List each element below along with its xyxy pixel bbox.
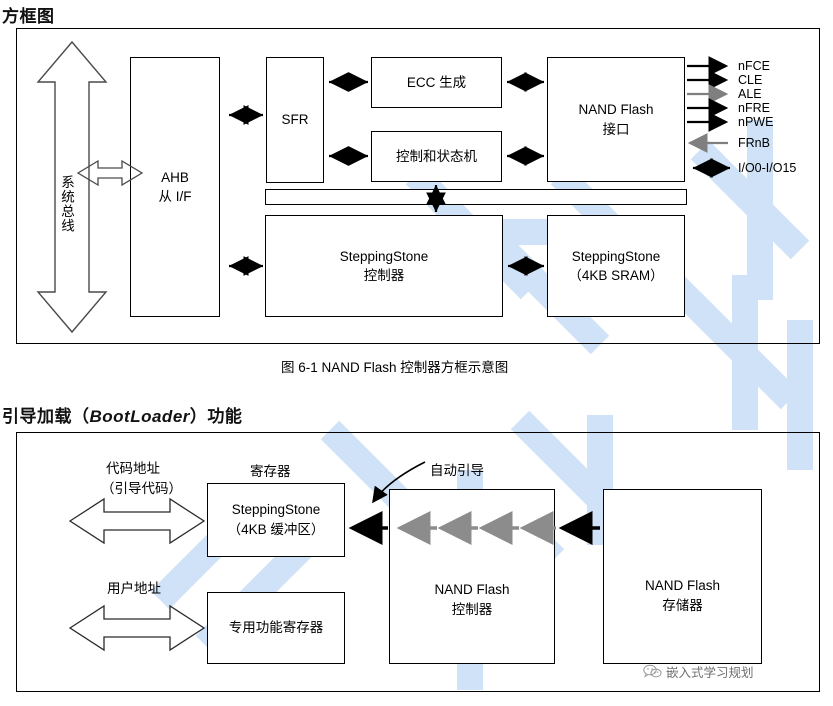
block-ahb-line1: AHB — [161, 169, 189, 185]
wechat-watermark-text: 嵌入式学习规划 — [666, 666, 754, 680]
block-control-fsm: 控制和状态机 — [371, 131, 502, 182]
signal-label-FRnB: FRnB — [738, 136, 770, 150]
signal-label-CLE: CLE — [738, 73, 763, 87]
user-address-label: 用户地址 — [107, 581, 161, 596]
block-ss-sram-line2: （4KB SRAM） — [568, 268, 664, 283]
block-ss-sram-line1: SteppingStone — [571, 248, 661, 264]
signal-label-ALE: ALE — [738, 87, 762, 101]
block-nandctrl-line2: 控制器 — [451, 601, 493, 617]
block-ss-buffer-line1: SteppingStone — [231, 501, 321, 517]
block-nand-interface-line2: 接口 — [602, 121, 630, 137]
block-ecc: ECC 生成 — [371, 57, 502, 108]
block-nandmem-line2: 存储器 — [662, 597, 703, 613]
block-nand-interface-line1: NAND Flash — [578, 102, 654, 118]
signal-label-nFRE: nFRE — [738, 101, 770, 115]
system-bus-label: 系统总线 — [59, 175, 74, 233]
register-label: 寄存器 — [250, 464, 291, 479]
signal-label-nPWE: nPWE — [738, 115, 774, 129]
internal-bus-bar — [265, 189, 687, 205]
block-ss-buffer-line2: （4KB 缓冲区） — [227, 522, 325, 537]
bootloader-heading-pre: 引导加载（ — [2, 407, 90, 426]
block-ss-ctrl-line2: 控制器 — [363, 268, 405, 283]
bootloader-heading-emphasis: BootLoader — [89, 407, 190, 426]
figure1-caption: 图 6-1 NAND Flash 控制器方框示意图 — [281, 360, 509, 375]
bootloader-heading: 引导加载（BootLoader）功能 — [2, 402, 242, 427]
block-sfr2-line1: 专用功能寄存器 — [228, 620, 324, 636]
block-ahb: AHB 从 I/F — [130, 57, 220, 317]
code-address-label-line2: （引导代码） — [101, 481, 182, 496]
block-nand-flash-controller: NAND Flash 控制器 — [389, 489, 555, 664]
block-steppingstone-buffer: SteppingStone （4KB 缓冲区） — [207, 483, 345, 557]
code-address-label-line1: 代码地址 — [106, 461, 160, 476]
block-control-fsm-line1: 控制和状态机 — [396, 148, 477, 164]
block-steppingstone-controller: SteppingStone 控制器 — [265, 215, 503, 317]
signal-label-nFCE: nFCE — [738, 59, 770, 73]
block-sfr-line1: SFR — [281, 112, 309, 128]
bootloader-heading-post: ）功能 — [189, 407, 243, 426]
block-diagram-heading: 方框图 — [2, 7, 55, 26]
block-nand-flash-memory: NAND Flash 存储器 — [603, 489, 762, 664]
block-ahb-line2: 从 I/F — [158, 189, 192, 204]
block-nandctrl-line1: NAND Flash — [434, 582, 510, 598]
wechat-icon — [643, 664, 662, 678]
block-nandmem-line1: NAND Flash — [644, 578, 720, 594]
block-special-function-register: 专用功能寄存器 — [207, 592, 345, 664]
block-steppingstone-sram: SteppingStone （4KB SRAM） — [547, 215, 685, 317]
block-nand-interface: NAND Flash 接口 — [547, 57, 685, 182]
auto-boot-label: 自动引导 — [430, 463, 484, 478]
block-ss-ctrl-line1: SteppingStone — [339, 248, 429, 264]
block-ecc-line1: ECC 生成 — [406, 74, 467, 90]
page-root: 方框图 系统总线 AHB 从 I/F SFR ECC 生成 控制和状态机 NAN… — [0, 0, 833, 706]
signal-label-IO: I/O0-I/O15 — [738, 161, 797, 175]
wechat-watermark: 嵌入式学习规划 — [643, 662, 754, 681]
block-sfr: SFR — [266, 57, 324, 183]
